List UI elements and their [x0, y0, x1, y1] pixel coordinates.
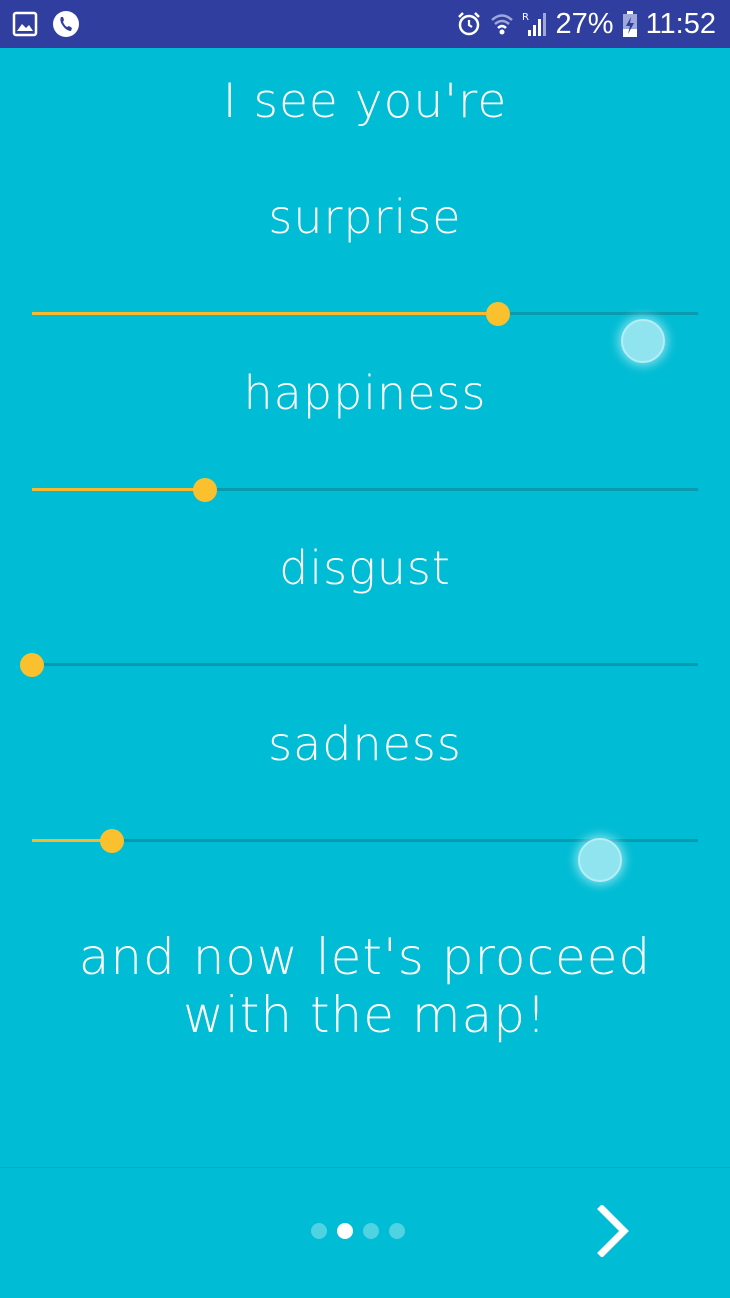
slider-thumb[interactable] [486, 302, 511, 326]
emotion-label-sadness: sadness [268, 717, 462, 771]
slider-surprise[interactable] [32, 299, 698, 329]
status-bar: R 27% 11:52 [0, 0, 730, 48]
page-dot[interactable] [363, 1223, 379, 1239]
slider-happiness[interactable] [32, 475, 698, 505]
closing-line-1: and now let's proceed [78, 928, 652, 986]
emotion-label-happiness: happiness [243, 366, 487, 420]
battery-percent: 27% [555, 8, 614, 40]
next-button[interactable] [588, 1203, 638, 1263]
emotion-label-disgust: disgust [279, 541, 451, 595]
chevron-right-icon [596, 1204, 630, 1261]
page-dot[interactable] [389, 1223, 405, 1239]
gallery-icon [12, 11, 38, 37]
clock: 11:52 [645, 8, 716, 40]
page-title: I see you're [222, 74, 508, 129]
touch-indicator [578, 838, 622, 882]
wifi-icon [490, 11, 514, 37]
alarm-icon [456, 11, 482, 37]
touch-indicator [621, 319, 665, 363]
closing-line-2: with the map! [182, 986, 548, 1044]
page-dot[interactable] [337, 1223, 353, 1239]
bottom-divider [0, 1167, 730, 1168]
slider-fill [32, 488, 206, 491]
svg-text:R: R [522, 12, 529, 23]
slider-fill [32, 312, 499, 315]
signal-icon: R [522, 10, 548, 38]
page-indicator [311, 1223, 405, 1239]
closing-message: and now let's proceed with the map! [0, 928, 730, 1044]
slider-thumb[interactable] [99, 829, 124, 853]
page-dot[interactable] [311, 1223, 327, 1239]
phone-call-icon [52, 10, 80, 38]
slider-disgust[interactable] [20, 650, 698, 680]
slider-thumb[interactable] [193, 478, 218, 502]
slider-track [32, 663, 698, 666]
battery-charging-icon [622, 10, 638, 38]
slider-thumb[interactable] [20, 653, 44, 677]
emotion-label-surprise: surprise [268, 190, 462, 244]
